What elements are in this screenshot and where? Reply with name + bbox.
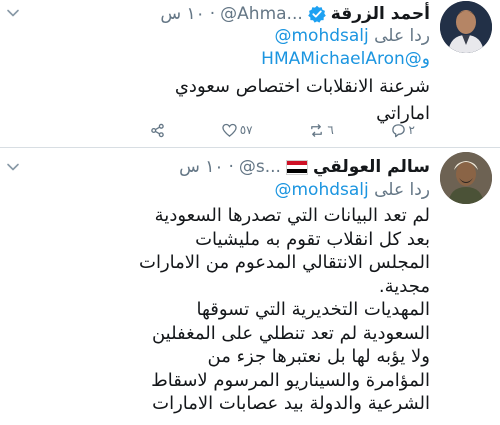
retweet-count: ٦ bbox=[327, 123, 334, 137]
timestamp[interactable]: ١٠ س bbox=[179, 157, 223, 177]
tweet-text-line: بعد كل انقلاب تقوم به مليشيات bbox=[195, 228, 430, 250]
chevron-down-icon[interactable] bbox=[6, 160, 20, 174]
reply-prefix: ردا على bbox=[374, 26, 430, 46]
reply-button[interactable]: ٢ bbox=[391, 123, 415, 138]
user-handle[interactable]: @s... bbox=[239, 157, 281, 177]
tweet-header: سالم العولقي @s... · ١٠ س bbox=[179, 157, 430, 177]
chevron-down-icon[interactable] bbox=[6, 6, 20, 20]
avatar[interactable] bbox=[440, 152, 492, 204]
display-name[interactable]: سالم العولقي bbox=[313, 157, 430, 177]
tweet-text-line: شرعنة الانقلابات اختصاص سعودي bbox=[174, 76, 430, 97]
separator-dot: · bbox=[209, 4, 216, 24]
reply-context: ردا على @mohdsalj bbox=[274, 26, 430, 46]
reply-count: ٢ bbox=[408, 123, 415, 137]
tweet-text-line: ولا يؤبه لها بل نعتبرها جزء من bbox=[207, 346, 431, 367]
reply-icon bbox=[391, 123, 405, 137]
separator-dot: · bbox=[228, 157, 234, 177]
tweet-text: شرعنة الانقلابات اختصاص سعودي اماراتي bbox=[10, 73, 430, 127]
reply-prefix: ردا على bbox=[374, 180, 430, 200]
timestamp[interactable]: ١٠ س bbox=[160, 4, 204, 24]
user-handle[interactable]: @Ahma... bbox=[220, 4, 303, 24]
tweet-text-line: لم تعد البيانات التي تصدرها السعودية bbox=[154, 205, 430, 226]
display-name[interactable]: أحمد الزرقة bbox=[331, 4, 430, 24]
tweet-actions: ٥٧ ٦ ٢ bbox=[150, 120, 415, 140]
tweet-text-line: المهديات التخديرية التي تسوقها bbox=[196, 299, 431, 320]
like-button[interactable]: ٥٧ bbox=[222, 123, 253, 138]
mention-link[interactable]: @mohdsalj bbox=[274, 180, 368, 200]
tweet-text-line: المؤامرة والسيناريو المرسوم لاسقاط bbox=[151, 369, 430, 391]
heart-icon bbox=[222, 123, 237, 137]
avatar[interactable] bbox=[440, 1, 492, 53]
share-button[interactable] bbox=[150, 123, 165, 138]
mention-link[interactable]: @mohdsalj bbox=[274, 26, 368, 46]
like-count: ٥٧ bbox=[239, 123, 253, 137]
retweet-icon bbox=[311, 123, 323, 137]
tweet[interactable]: سالم العولقي @s... · ١٠ س ردا على @mohds… bbox=[0, 148, 500, 425]
mention-link[interactable]: و@HMAMichaelAron bbox=[261, 49, 430, 69]
tweet-text-line: المجلس الانتقالي المدعوم من الامارات bbox=[139, 252, 430, 273]
tweet-text: لم تعد البيانات التي تصدرها السعودية بعد… bbox=[10, 204, 430, 416]
verified-badge-icon bbox=[307, 5, 326, 23]
tweet[interactable]: أحمد الزرقة @Ahma... · ١٠ س ردا على @moh… bbox=[0, 0, 500, 148]
yemen-flag-icon bbox=[285, 159, 308, 175]
tweet-text-line: السعودية لم تعد تنطلي على المغفلين bbox=[151, 322, 430, 344]
reply-context: ردا على @mohdsalj bbox=[274, 180, 430, 200]
tweet-header: أحمد الزرقة @Ahma... · ١٠ س bbox=[160, 4, 430, 24]
share-icon bbox=[151, 123, 164, 137]
tweet-text-line: مجدية. bbox=[378, 275, 430, 297]
retweet-button[interactable]: ٦ bbox=[309, 123, 334, 138]
tweet-text-line: الشرعية والدولة بيد عصابات الامارات bbox=[152, 393, 430, 414]
